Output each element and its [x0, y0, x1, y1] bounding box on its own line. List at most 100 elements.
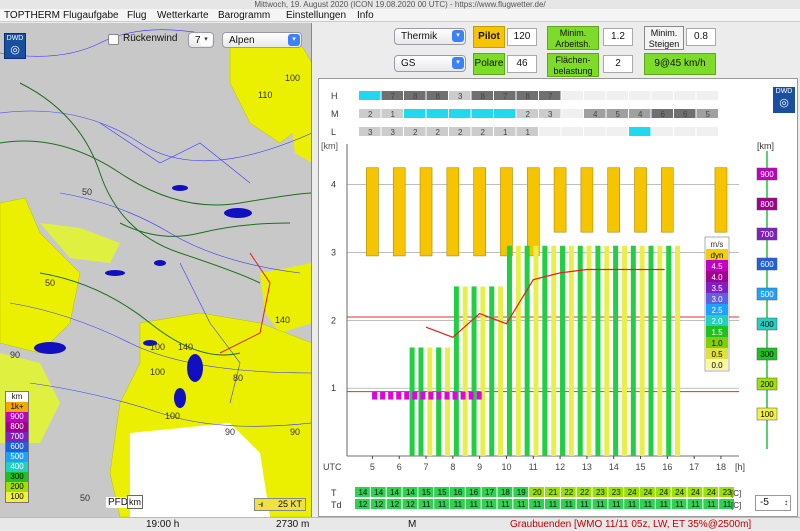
cloud-cell-label: 7: [391, 92, 396, 101]
km-toggle-button[interactable]: km: [127, 495, 143, 509]
cloud-cell-label: 6: [661, 110, 666, 119]
stepper-field[interactable]: -5 ↕: [755, 495, 791, 511]
y-tick-label: 3: [331, 248, 336, 258]
right-scale-label: 700: [760, 230, 774, 239]
thermal-chart[interactable]: H 7 8 8 3 8 7 8 7M 2 1 2 3 4 5 4 6 6 5L 3 3 2 2 2 2 1 1[km]12345 6 7…: [319, 79, 797, 516]
polare-input[interactable]: 46: [507, 55, 537, 73]
menu-toptherm[interactable]: TOPTHERM: [4, 9, 60, 22]
thermal-bar: [621, 245, 627, 456]
menu-wetterkarte[interactable]: Wetterkarte: [157, 9, 209, 22]
gs-select[interactable]: GS ▾: [394, 55, 466, 72]
cloud-cell: [651, 91, 673, 100]
stepper-value: -5: [760, 497, 769, 508]
menu-flug[interactable]: Flug: [127, 9, 146, 22]
thermal-bar: [666, 245, 672, 456]
cloud-cell: [494, 109, 516, 118]
cloud-cell-label: 2: [481, 128, 486, 137]
temperature-value: 19: [517, 488, 526, 497]
map-legend-item: 1k+: [6, 402, 28, 412]
map-canvas[interactable]: 110 100 50 90 50 140 100 140 100 80 90 9…: [0, 23, 312, 517]
temperature-value: 24: [675, 488, 684, 497]
cloud-cell: [561, 91, 583, 100]
layer-label: M: [331, 109, 339, 119]
temperature-value: 24: [707, 488, 716, 497]
thermal-bar: [524, 245, 530, 456]
menu-info[interactable]: Info: [357, 9, 374, 22]
cloud-cell: [629, 127, 651, 136]
menu-einstellungen[interactable]: Einstellungen: [286, 9, 346, 22]
dyn-bar: [388, 391, 394, 400]
map-legend-items: 1k+ 900 800 700 600 500 400 300 200 100: [6, 402, 28, 502]
map-legend: km 1k+ 900 800 700 600 500 400 300 200 100: [5, 391, 29, 503]
thermal-chart-panel[interactable]: H 7 8 8 3 8 7 8 7 M 2 1 2 3 4 5 4 6 6 5 L 3 3 2 2 2 2 1 1 [km] 1 2 3 4 5 6 7…: [318, 78, 798, 517]
terrain-map[interactable]: 110 100 50 90 50 140 100 140 100 80 90 9…: [0, 23, 312, 517]
x-axis-label: UTC: [323, 462, 342, 472]
dewpoint-value: 11: [691, 500, 700, 509]
thermal-bar: [533, 245, 539, 456]
cloud-cell-label: 1: [526, 128, 531, 137]
dewpoint-value: 11: [454, 500, 463, 509]
contour-label: 80: [233, 373, 243, 383]
layer-label: L: [331, 127, 336, 137]
cloud-cell: [561, 109, 583, 118]
region-select[interactable]: Alpen ▾: [222, 32, 302, 48]
right-scale-unit: [km]: [757, 141, 774, 151]
status-mode: M: [408, 519, 417, 530]
td-row-label: Td: [331, 500, 342, 510]
cloud-cell: [651, 127, 673, 136]
cloud-cell-label: 3: [548, 110, 553, 119]
cloud-cell: [561, 127, 583, 136]
dyn-bar: [460, 391, 466, 400]
thermal-bar: [498, 286, 504, 456]
contour-label: 50: [45, 278, 55, 288]
menu-bar: TOPTHERM Flugaufgabe Flug Wetterkarte Ba…: [0, 9, 800, 22]
gs-value: GS: [401, 58, 416, 69]
rueckenwind-value-select[interactable]: 7 ▾: [188, 32, 214, 48]
ms-legend-label: 4.0: [711, 273, 723, 282]
cloud-cell-label: 3: [458, 92, 463, 101]
thermik-select[interactable]: Thermik ▾: [394, 28, 466, 45]
dewpoint-value: 11: [470, 500, 479, 509]
temperature-value: 20: [533, 488, 542, 497]
thermal-bar: [586, 245, 592, 456]
thermal-bar: [657, 245, 663, 456]
chart-dwd-logo: DWD ◎: [773, 87, 795, 113]
min-steigen-label: Minim. Steigen: [644, 26, 684, 50]
menu-barogramm[interactable]: Barogramm: [218, 9, 270, 22]
right-scale-label: 200: [760, 380, 774, 389]
x-unit-label: [h]: [735, 462, 745, 472]
cloud-cell-label: 3: [368, 128, 373, 137]
map-legend-item: 700: [6, 432, 28, 442]
cloud-cell-label: 1: [503, 128, 508, 137]
thermal-bar: [613, 245, 619, 456]
x-tick-label: 17: [689, 462, 699, 472]
ms-legend-label: 3.5: [711, 284, 723, 293]
layer-label: H: [331, 91, 338, 101]
right-scale-label: 100: [760, 410, 774, 419]
flaechen-input[interactable]: 2: [603, 55, 633, 73]
menu-flugaufgabe[interactable]: Flugaufgabe: [63, 9, 119, 22]
dwd-swirl-icon: ◎: [10, 44, 20, 56]
pilot-input[interactable]: 120: [507, 28, 537, 46]
cloud-column: [473, 167, 486, 257]
dewpoint-value: 11: [596, 500, 605, 509]
dewpoint-value: 11: [485, 500, 494, 509]
stepper-arrows-icon[interactable]: ↕: [784, 496, 788, 510]
cloud-cell-label: 5: [706, 110, 711, 119]
ms-legend-label: 4.5: [711, 262, 723, 271]
y-tick-label: 4: [331, 180, 336, 190]
thermal-bar: [427, 347, 433, 456]
temperature-value: 23: [596, 488, 605, 497]
cloud-cell: [674, 91, 696, 100]
dyn-bar: [420, 391, 426, 400]
min-steigen-input[interactable]: 0.8: [686, 28, 716, 46]
contour-label: 90: [225, 427, 235, 437]
cloud-cell-label: 3: [391, 128, 396, 137]
cloud-column: [634, 167, 647, 233]
rueckenwind-checkbox[interactable]: [108, 34, 119, 45]
thermal-bar: [639, 245, 645, 456]
cloud-column: [607, 167, 621, 233]
min-arbeit-input[interactable]: 1.2: [603, 28, 633, 46]
chevron-down-icon: ▾: [452, 57, 464, 69]
right-scale-label: 400: [760, 320, 774, 329]
